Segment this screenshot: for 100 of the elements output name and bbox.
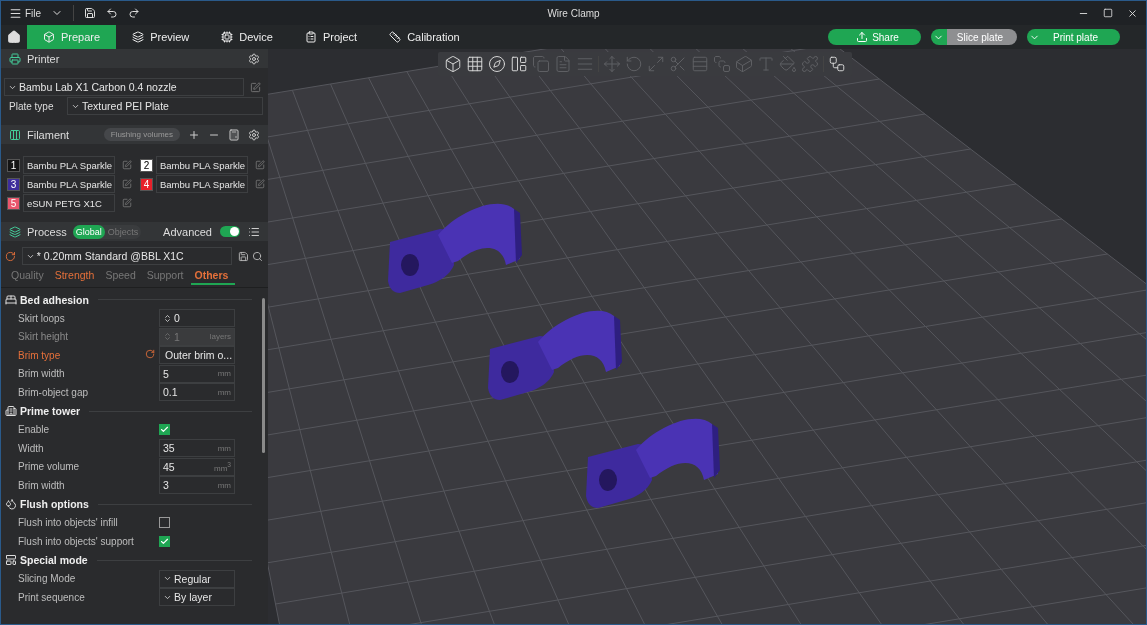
field-label: Plate type bbox=[9, 100, 55, 112]
printer-select[interactable]: Bambu Lab X1 Carbon 0.4 nozzle bbox=[4, 78, 244, 96]
list-icon[interactable] bbox=[248, 225, 260, 238]
cube-icon bbox=[43, 31, 55, 43]
setting-label: Prime volume bbox=[18, 461, 81, 473]
input-field[interactable]: 45 mm$^{3}$ bbox=[159, 457, 235, 476]
reset-icon[interactable] bbox=[145, 349, 155, 360]
ruler-icon bbox=[389, 31, 402, 43]
layout-icon[interactable] bbox=[510, 55, 528, 73]
filament-select[interactable]: eSUN PETG X1C bbox=[23, 194, 115, 212]
plate-type-select[interactable]: Textured PEI Plate bbox=[67, 97, 263, 115]
field-value: By layer bbox=[174, 591, 212, 604]
unit-label: mm bbox=[217, 443, 231, 453]
nav-tab[interactable]: Project bbox=[288, 25, 374, 49]
setting-label: Brim width bbox=[18, 368, 66, 380]
field-value: 5 bbox=[163, 367, 169, 380]
settings-icon[interactable] bbox=[248, 128, 260, 141]
layers-icon bbox=[132, 31, 145, 43]
compass-icon[interactable] bbox=[488, 55, 506, 73]
input-field[interactable]: 0 bbox=[159, 309, 235, 328]
layers-icon bbox=[9, 225, 21, 238]
check-icon bbox=[160, 536, 169, 546]
setting-label: Flush into objects' infill bbox=[18, 517, 119, 529]
spinner-icon bbox=[163, 313, 172, 323]
filament-number: 2 bbox=[140, 158, 153, 172]
filament-select[interactable]: Bambu PLA Sparkle bbox=[156, 156, 248, 174]
cube-icon[interactable] bbox=[444, 55, 462, 73]
close-icon[interactable] bbox=[1127, 7, 1138, 19]
input-field[interactable]: 35 mm bbox=[159, 439, 235, 458]
calculator-icon[interactable] bbox=[228, 128, 240, 141]
preset-select[interactable]: * 0.20mm Standard @BBL X1C bbox=[21, 247, 233, 265]
field-value: 3 bbox=[163, 479, 169, 492]
nav-tab[interactable]: Preview bbox=[116, 25, 206, 49]
field-value: 0 bbox=[174, 312, 180, 325]
input-field[interactable]: 3 mm bbox=[159, 476, 235, 495]
group-title: Special mode bbox=[20, 554, 88, 566]
nav-tab[interactable]: Calibration bbox=[373, 25, 476, 49]
layout-icon bbox=[5, 554, 17, 566]
check-icon bbox=[160, 425, 169, 435]
field-value: Regular bbox=[174, 572, 211, 585]
redo-icon[interactable] bbox=[128, 7, 141, 19]
select-field[interactable]: By layer bbox=[159, 588, 235, 607]
filament-number: 4 bbox=[140, 177, 153, 191]
settings-tab[interactable]: Strength bbox=[50, 269, 102, 285]
checkbox[interactable] bbox=[159, 424, 170, 436]
section-title: Process bbox=[27, 225, 67, 238]
unit-label: mm bbox=[217, 369, 231, 379]
select-field[interactable]: Outer brim o... bbox=[159, 346, 235, 365]
filament-number: 1 bbox=[7, 158, 20, 172]
reset-icon[interactable] bbox=[5, 250, 16, 262]
filament-select[interactable]: Bambu PLA Sparkle bbox=[156, 175, 248, 193]
unit-label: mm bbox=[217, 387, 231, 397]
menu-icon bbox=[9, 6, 22, 20]
filament-select[interactable]: Bambu PLA Sparkle bbox=[23, 175, 115, 193]
maximize-icon[interactable] bbox=[1103, 8, 1113, 18]
edit-icon[interactable] bbox=[250, 81, 261, 93]
nav-tab[interactable]: Device bbox=[205, 25, 289, 49]
setting-label: Brim width bbox=[18, 479, 66, 491]
save-icon[interactable] bbox=[84, 7, 97, 19]
setting-label: Brim type bbox=[18, 349, 62, 361]
list-icon bbox=[304, 31, 317, 43]
filament-select[interactable]: Bambu PLA Sparkle bbox=[23, 156, 115, 174]
setting-label: Enable bbox=[18, 424, 51, 436]
search-icon[interactable] bbox=[252, 250, 263, 262]
field-value: Outer brim o... bbox=[165, 349, 233, 362]
save-icon[interactable] bbox=[238, 250, 250, 262]
advanced-toggle[interactable] bbox=[220, 226, 240, 237]
bed-icon bbox=[5, 293, 17, 306]
workflow-icon[interactable] bbox=[828, 55, 846, 73]
group-title: Bed adhesion bbox=[20, 293, 89, 306]
settings-tab[interactable]: Others bbox=[190, 269, 236, 285]
advanced-label: Advanced bbox=[163, 225, 212, 238]
window-title: Wire Clamp bbox=[547, 7, 600, 19]
field-value: 0.1 bbox=[163, 386, 178, 399]
dropdown-button[interactable] bbox=[1026, 29, 1043, 45]
scrollbar-thumb[interactable] bbox=[261, 298, 265, 453]
filament-number: 3 bbox=[7, 177, 20, 191]
group-title: Prime tower bbox=[20, 405, 81, 417]
unit-label: mm$^{3}$ bbox=[213, 460, 231, 473]
droplets-icon bbox=[5, 498, 17, 510]
filament-number: 5 bbox=[7, 196, 20, 210]
input-field[interactable]: 0.1 mm bbox=[159, 383, 235, 402]
plus-icon[interactable] bbox=[188, 128, 200, 141]
section-title: Filament bbox=[27, 128, 70, 141]
checkbox[interactable] bbox=[159, 517, 170, 529]
input-field[interactable]: 5 mm bbox=[159, 364, 235, 383]
undo-icon[interactable] bbox=[106, 7, 119, 19]
select-field[interactable]: Regular bbox=[159, 569, 235, 588]
dropdown-button[interactable] bbox=[930, 29, 947, 45]
setting-label: Skirt loops bbox=[18, 312, 66, 324]
setting-label: Print sequence bbox=[18, 591, 86, 603]
grid-icon[interactable] bbox=[466, 55, 484, 73]
section-title: Printer bbox=[27, 52, 60, 65]
setting-label: Skirt height bbox=[18, 331, 70, 343]
settings-icon[interactable] bbox=[248, 52, 260, 65]
group-title: Flush options bbox=[20, 498, 89, 510]
setting-label: Brim-object gap bbox=[18, 386, 90, 398]
printer-icon bbox=[9, 52, 21, 65]
checkbox[interactable] bbox=[159, 535, 170, 547]
file-menu[interactable]: File bbox=[9, 6, 42, 20]
